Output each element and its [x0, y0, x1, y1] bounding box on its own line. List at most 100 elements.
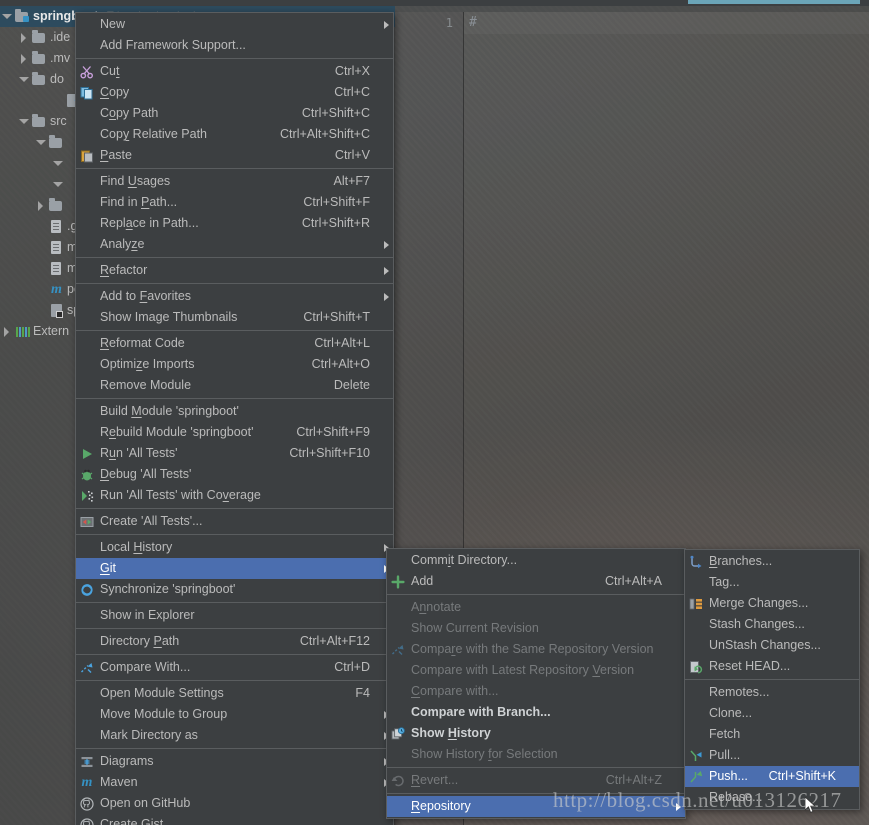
menu-item-fetch[interactable]: Fetch — [685, 724, 859, 745]
menu-item-new[interactable]: New — [76, 14, 393, 35]
menu-item-label: Branches... — [709, 554, 773, 568]
menu-item-directory-path[interactable]: Directory Path Ctrl+Alt+F12 — [76, 631, 393, 652]
menu-item-stash-changes[interactable]: Stash Changes... — [685, 614, 859, 635]
menu-item-find-usages[interactable]: Find Usages Alt+F7 — [76, 171, 393, 192]
chevron-down-icon[interactable] — [51, 153, 65, 174]
menu-item-repository[interactable]: Repository — [387, 796, 685, 817]
menu-item-clone[interactable]: Clone... — [685, 703, 859, 724]
chevron-right-icon[interactable] — [17, 48, 31, 69]
menu-item-run-all-tests-with-coverage[interactable]: Run 'All Tests' with Coverage — [76, 485, 393, 506]
menu-item-show-in-explorer[interactable]: Show in Explorer — [76, 605, 393, 626]
menu-item-create-gist[interactable]: Create Gist... — [76, 814, 393, 825]
menu-item-branches[interactable]: Branches... — [685, 551, 859, 572]
menu-item-rebase[interactable]: Rebase... — [685, 787, 859, 808]
menu-item-move-module-to-group[interactable]: Move Module to Group — [76, 704, 393, 725]
tree-node[interactable]: src — [17, 111, 67, 132]
menu-item-paste[interactable]: Paste Ctrl+V — [76, 145, 393, 166]
tree-node[interactable] — [34, 195, 67, 216]
chevron-down-icon[interactable] — [17, 69, 31, 90]
chevron-right-icon[interactable] — [0, 321, 14, 342]
menu-item-cut[interactable]: Cut Ctrl+X — [76, 61, 393, 82]
menu-item-push[interactable]: Push... Ctrl+Shift+K — [685, 766, 859, 787]
menu-item-rebuild-module-springboot[interactable]: Rebuild Module 'springboot' Ctrl+Shift+F9 — [76, 422, 393, 443]
project-context-menu[interactable]: New Add Framework Support... Cut Ctrl+X Copy… — [75, 12, 394, 825]
repository-submenu[interactable]: Branches... Tag... Merge Changes... Stash C… — [684, 549, 860, 810]
tree-node[interactable]: do — [17, 69, 64, 90]
menu-item-run-all-tests[interactable]: Run 'All Tests' Ctrl+Shift+F10 — [76, 443, 393, 464]
menu-arrow-slot — [671, 744, 685, 765]
menu-item-synchronize-springboot[interactable]: Synchronize 'springboot' — [76, 579, 393, 600]
menu-icon-slot — [685, 703, 707, 724]
menu-item-tag[interactable]: Tag... — [685, 572, 859, 593]
chevron-down-icon[interactable] — [0, 6, 14, 27]
menu-item-refactor[interactable]: Refactor — [76, 260, 393, 281]
menu-item-build-module-springboot[interactable]: Build Module 'springboot' — [76, 401, 393, 422]
tree-node[interactable]: .mv — [17, 48, 70, 69]
tree-node[interactable]: .ide — [17, 27, 70, 48]
menu-item-git[interactable]: Git — [76, 558, 393, 579]
menu-item-maven[interactable]: m Maven — [76, 772, 393, 793]
menu-arrow-slot — [671, 681, 685, 702]
menu-arrow-slot — [671, 702, 685, 723]
menu-item-local-history[interactable]: Local History — [76, 537, 393, 558]
menu-item-compare-with-branch[interactable]: Compare with Branch... — [387, 702, 685, 723]
menu-item-shortcut: Ctrl+Alt+Shift+C — [280, 127, 370, 141]
menu-icon-slot — [76, 260, 98, 281]
git-submenu[interactable]: Commit Directory... Add Ctrl+Alt+A Annotate… — [386, 548, 686, 819]
menu-item-pull[interactable]: Pull... — [685, 745, 859, 766]
menu-item-create-all-tests[interactable]: Create 'All Tests'... — [76, 511, 393, 532]
chevron-down-icon[interactable] — [51, 174, 65, 195]
menu-item-add-to-favorites[interactable]: Add to Favorites — [76, 286, 393, 307]
menu-separator — [76, 680, 393, 681]
menu-item-find-in-path[interactable]: Find in Path... Ctrl+Shift+F — [76, 192, 393, 213]
top-strip-accent — [688, 0, 860, 4]
menu-item-remotes[interactable]: Remotes... — [685, 682, 859, 703]
tree-node-label: .ide — [50, 30, 71, 44]
tree-node[interactable]: m po — [34, 279, 81, 300]
menu-item-debug-all-tests[interactable]: Debug 'All Tests' — [76, 464, 393, 485]
chevron-right-icon[interactable] — [34, 195, 48, 216]
chevron-down-icon[interactable] — [17, 111, 31, 132]
menu-item-add[interactable]: Add Ctrl+Alt+A — [387, 571, 685, 592]
menu-item-unstash-changes[interactable]: UnStash Changes... — [685, 635, 859, 656]
menu-item-remove-module[interactable]: Remove Module Delete — [76, 375, 393, 396]
menu-item-show-history[interactable]: Show History — [387, 723, 685, 744]
menu-item-compare-with[interactable]: Compare With... Ctrl+D — [76, 657, 393, 678]
menu-item-open-module-settings[interactable]: Open Module Settings F4 — [76, 683, 393, 704]
debug-icon — [76, 464, 98, 485]
menu-item-add-framework-support[interactable]: Add Framework Support... — [76, 35, 393, 56]
menu-item-commit-directory[interactable]: Commit Directory... — [387, 550, 685, 571]
menu-item-copy-relative-path[interactable]: Copy Relative Path Ctrl+Alt+Shift+C — [76, 124, 393, 145]
menu-item-diagrams[interactable]: Diagrams — [76, 751, 393, 772]
chevron-right-icon[interactable] — [17, 27, 31, 48]
menu-icon-slot — [685, 724, 707, 745]
menu-item-merge-changes[interactable]: Merge Changes... — [685, 593, 859, 614]
menu-item-analyze[interactable]: Analyze — [76, 234, 393, 255]
menu-item-replace-in-path[interactable]: Replace in Path... Ctrl+Shift+R — [76, 213, 393, 234]
menu-item-show-history-for-selection: Show History for Selection — [387, 744, 685, 765]
chevron-down-icon[interactable] — [34, 132, 48, 153]
menu-item-reset-head[interactable]: Reset HEAD... — [685, 656, 859, 677]
tree-node[interactable] — [34, 132, 67, 153]
menu-arrow-slot — [379, 401, 393, 422]
menu-item-reformat-code[interactable]: Reformat Code Ctrl+Alt+L — [76, 333, 393, 354]
libraries-icon — [14, 321, 31, 342]
menu-arrow-slot — [671, 597, 685, 618]
menu-item-copy[interactable]: Copy Ctrl+C — [76, 82, 393, 103]
tree-node-label: Extern — [33, 324, 70, 338]
menu-item-shortcut: Ctrl+V — [334, 148, 370, 162]
menu-item-optimize-imports[interactable]: Optimize Imports Ctrl+Alt+O — [76, 354, 393, 375]
menu-item-label: Remotes... — [709, 685, 770, 699]
menu-icon-slot — [685, 682, 707, 703]
menu-item-copy-path[interactable]: Copy Path Ctrl+Shift+C — [76, 103, 393, 124]
menu-item-show-image-thumbnails[interactable]: Show Image Thumbnails Ctrl+Shift+T — [76, 307, 393, 328]
tree-node[interactable]: Extern — [0, 321, 69, 342]
menu-item-label: Tag... — [709, 575, 740, 589]
module-folder-icon — [14, 6, 31, 27]
menu-item-label: Optimize Imports — [100, 357, 195, 371]
menu-separator — [685, 679, 859, 680]
menu-arrow-slot — [845, 593, 859, 614]
menu-item-open-on-github[interactable]: Open on GitHub — [76, 793, 393, 814]
menu-item-mark-directory-as[interactable]: Mark Directory as — [76, 725, 393, 746]
menu-item-label: Compare with Latest Repository Version — [411, 663, 635, 677]
